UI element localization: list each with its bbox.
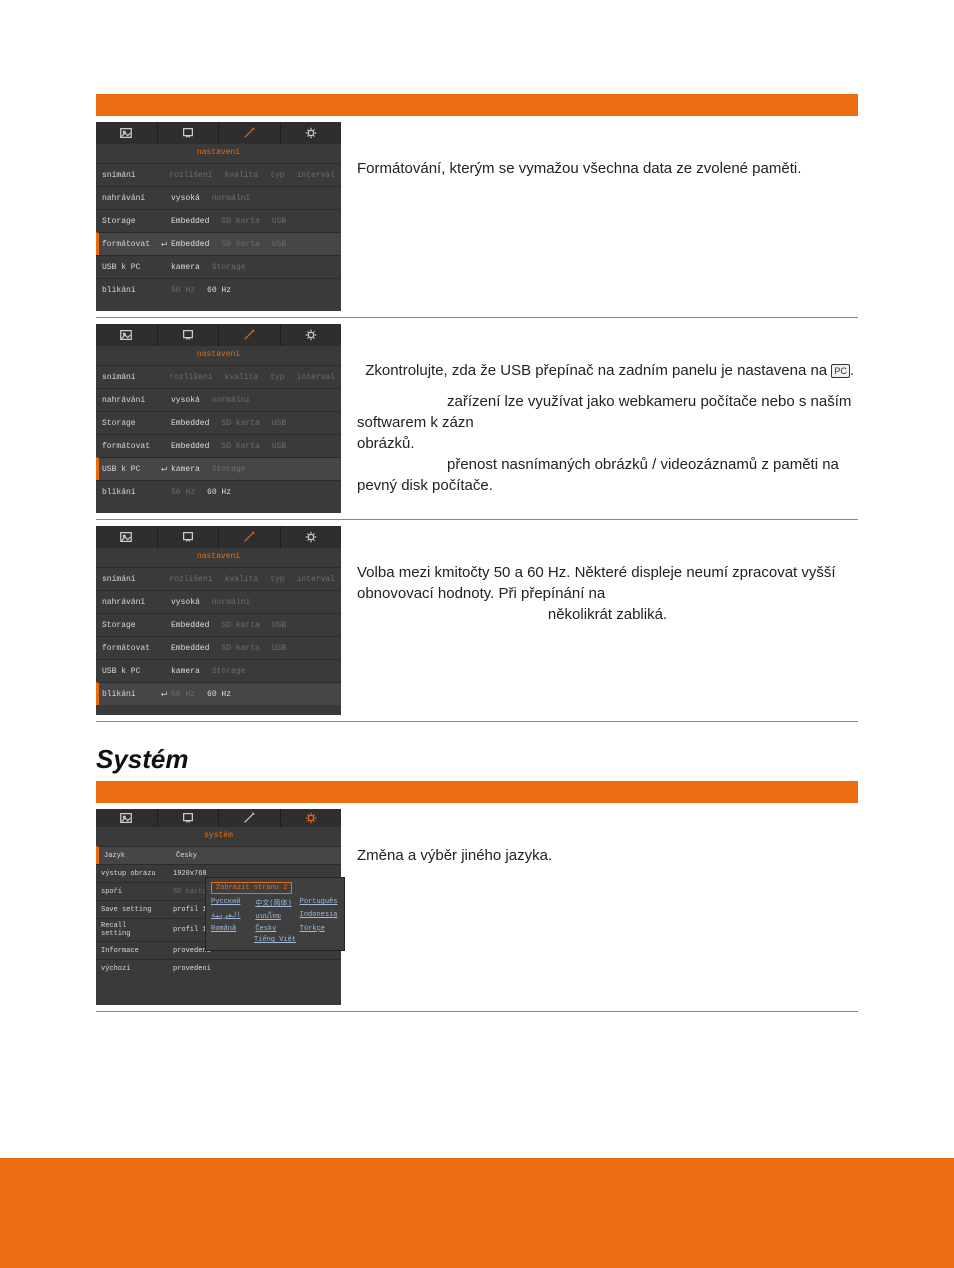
enter-icon: ↵: [157, 688, 171, 700]
enter-icon: ↵: [157, 238, 171, 250]
row-jazyk: systém Jazyk Česky výstup obrazu 1920x76…: [96, 809, 858, 1005]
menu-title: systém: [96, 827, 341, 846]
row-blikani[interactable]: blikání↵ 50 Hz60 Hz: [96, 682, 341, 705]
content: nastavení snímání rozlišeníkvalitatypint…: [0, 0, 954, 1012]
screenshot-usb: nastavení snímání rozlišeníkvalitatypint…: [96, 324, 341, 513]
lang-option[interactable]: العربية: [211, 911, 250, 922]
row-blikani-sel: nastavení snímání rozlišeníkvalitatypint…: [96, 526, 858, 715]
row-usb-pc: nastavení snímání rozlišeníkvalitatypint…: [96, 324, 858, 513]
row-usb[interactable]: USB k PC↵ kameraStorage: [96, 457, 341, 480]
row-storage[interactable]: Storage EmbeddedSD kartaUSB: [96, 209, 341, 232]
heading-system: Systém: [96, 744, 858, 775]
menu-title: nastavení: [96, 144, 341, 163]
tab-gear-icon[interactable]: [281, 122, 342, 144]
tab-image-icon[interactable]: [96, 122, 158, 144]
para-1b: .: [850, 362, 854, 379]
tab-gear-icon[interactable]: [281, 526, 342, 548]
tab-gear-icon[interactable]: [281, 809, 342, 827]
row-storage[interactable]: Storage EmbeddedSD kartaUSB: [96, 411, 341, 434]
row-usb[interactable]: USB k PC kameraStorage: [96, 659, 341, 682]
desc-format: Formátování, kterým se vymažou všechna d…: [357, 122, 858, 179]
lang-option[interactable]: แบบไทย: [255, 911, 294, 922]
lang-option[interactable]: Tiếng Việt: [254, 936, 296, 944]
enter-icon: ↵: [157, 463, 171, 475]
row-format[interactable]: formátovat EmbeddedSD kartaUSB: [96, 636, 341, 659]
para-2b: obrázků.: [357, 433, 858, 454]
row-format[interactable]: formátovat EmbeddedSD kartaUSB: [96, 434, 341, 457]
lang-option[interactable]: Português: [300, 898, 339, 908]
orange-separator: [96, 94, 858, 116]
screenshot-blikani: nastavení snímání rozlišeníkvalitatypint…: [96, 526, 341, 715]
tab-present-icon[interactable]: [158, 526, 220, 548]
separator: [96, 1011, 858, 1012]
tab-image-icon[interactable]: [96, 809, 158, 827]
para-3: přenost nasnímaných obrázků / videozázna…: [357, 454, 858, 496]
row-snimani[interactable]: snímání rozlišeníkvalitatypinterval: [96, 163, 341, 186]
lang-option[interactable]: Indonesia: [300, 911, 339, 922]
orange-separator: [96, 781, 858, 803]
row-blikani[interactable]: blikání 50 Hz60 Hz: [96, 480, 341, 503]
row-jazyk[interactable]: Jazyk Česky: [96, 846, 341, 864]
tab-present-icon[interactable]: [158, 122, 220, 144]
language-grid: Русский 中文(简体) Português العربية แบบไทย …: [211, 898, 339, 944]
tab-strip: [96, 526, 341, 548]
lang-option[interactable]: 中文(简体): [255, 898, 294, 908]
lang-option[interactable]: Türkçe: [300, 925, 339, 933]
row-format[interactable]: formátovat↵ EmbeddedSD kartaUSB: [96, 232, 341, 255]
tab-tools-icon[interactable]: [219, 122, 281, 144]
desc-blikani: Volba mezi kmitočty 50 a 60 Hz. Některé …: [357, 526, 858, 625]
row-save[interactable]: Save setting profil 1profil 2 Zobrazit s…: [96, 900, 341, 918]
pc-badge-icon: PC: [831, 364, 850, 378]
row-nahravani[interactable]: nahrávání vysokánormální: [96, 186, 341, 209]
lang-option[interactable]: Česky: [255, 925, 294, 933]
tab-gear-icon[interactable]: [281, 324, 342, 346]
row-usb[interactable]: USB k PC kameraStorage: [96, 255, 341, 278]
row-format: nastavení snímání rozlišeníkvalitatypint…: [96, 122, 858, 311]
tab-strip: [96, 122, 341, 144]
menu-title: nastavení: [96, 548, 341, 567]
tab-image-icon[interactable]: [96, 324, 158, 346]
tab-tools-icon[interactable]: [219, 526, 281, 548]
screenshot-jazyk: systém Jazyk Česky výstup obrazu 1920x76…: [96, 809, 341, 1005]
tab-present-icon[interactable]: [158, 324, 220, 346]
row-vychozi[interactable]: výchozí provedení: [96, 959, 341, 977]
tab-tools-icon[interactable]: [219, 324, 281, 346]
tab-tools-icon[interactable]: [219, 809, 281, 827]
row-snimani[interactable]: snímání rozlišeníkvalitatypinterval: [96, 567, 341, 590]
page: nastavení snímání rozlišeníkvalitatypint…: [0, 0, 954, 1268]
tab-strip: [96, 324, 341, 346]
desc-jazyk: Změna a výběr jiného jazyka.: [357, 809, 858, 866]
para-1a: Zkontrolujte, zda že USB přepínač na zad…: [365, 362, 831, 379]
separator: [96, 721, 858, 722]
separator: [96, 519, 858, 520]
tab-image-icon[interactable]: [96, 526, 158, 548]
row-nahravani[interactable]: nahrávání vysokánormální: [96, 388, 341, 411]
lang-option[interactable]: Русский: [211, 898, 250, 908]
footer-bar: [0, 1158, 954, 1268]
language-popup: Zobrazit stranu 2 Русский 中文(简体) Portugu…: [205, 877, 345, 951]
tab-strip: [96, 809, 341, 827]
row-blikani[interactable]: blikání 50 Hz60 Hz: [96, 278, 341, 301]
para-2: zařízení lze využívat jako webkameru poč…: [357, 391, 858, 433]
row-storage[interactable]: Storage EmbeddedSD kartaUSB: [96, 613, 341, 636]
screenshot-format: nastavení snímání rozlišeníkvalitatypint…: [96, 122, 341, 311]
popup-title[interactable]: Zobrazit stranu 2: [211, 882, 292, 894]
row-nahravani[interactable]: nahrávání vysokánormální: [96, 590, 341, 613]
separator: [96, 317, 858, 318]
menu-title: nastavení: [96, 346, 341, 365]
desc-usb: Zkontrolujte, zda že USB přepínač na zad…: [357, 324, 858, 496]
row-snimani[interactable]: snímání rozlišeníkvalitatypinterval: [96, 365, 341, 388]
tab-present-icon[interactable]: [158, 809, 220, 827]
lang-option[interactable]: Română: [211, 925, 250, 933]
